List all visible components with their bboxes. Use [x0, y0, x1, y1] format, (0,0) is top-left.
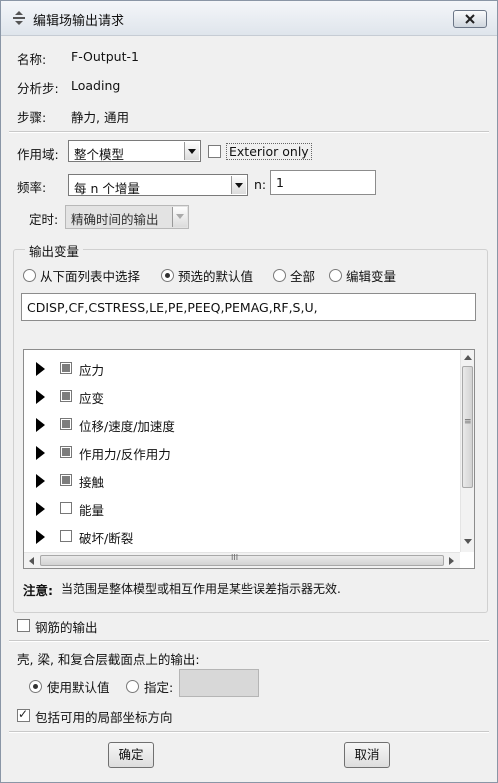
horizontal-scroll-thumb[interactable]: III: [40, 553, 444, 566]
list-item-label: 作用力/反作用力: [79, 447, 171, 462]
list-item-label: 破坏/断裂: [79, 531, 134, 546]
procedure-value: 静力, 通用: [71, 110, 129, 125]
separator: [9, 131, 489, 133]
list-item[interactable]: 应力: [24, 358, 454, 380]
expand-arrow-icon[interactable]: [36, 418, 45, 432]
n-label: n:: [254, 177, 267, 192]
dropdown-arrow-icon[interactable]: [231, 176, 246, 194]
list-item-label: 能量: [79, 503, 105, 518]
list-item-label: 接触: [79, 475, 105, 490]
dialog-window: 编辑场输出请求 名称: F-Output-1 分析步: Loading 步骤: …: [0, 0, 498, 783]
expand-arrow-icon[interactable]: [36, 502, 45, 516]
domain-label: 作用域:: [17, 147, 59, 162]
partial-checkbox-icon[interactable]: [60, 474, 72, 486]
scroll-down-arrow-icon[interactable]: [464, 539, 472, 544]
partial-checkbox-icon[interactable]: [60, 390, 72, 402]
radio-edit-variables-label[interactable]: 编辑变量: [346, 266, 396, 285]
radio-use-defaults[interactable]: [29, 680, 42, 693]
expand-arrow-icon[interactable]: [36, 474, 45, 488]
radio-select-from-list[interactable]: [23, 269, 36, 282]
list-item-label: 应力: [79, 363, 105, 378]
radio-all[interactable]: [273, 269, 286, 282]
scroll-right-arrow-icon[interactable]: [449, 557, 454, 565]
cancel-button[interactable]: 取消: [344, 742, 390, 768]
note-text: 当范围是整体模型或相互作用是某些误差指示器无效.: [61, 582, 341, 596]
partial-checkbox-icon[interactable]: [60, 362, 72, 374]
variables-text-field[interactable]: CDISP,CF,CSTRESS,LE,PE,PEEQ,PEMAG,RF,S,U…: [21, 293, 476, 321]
scroll-up-arrow-icon[interactable]: [464, 355, 472, 360]
radio-all-label[interactable]: 全部: [290, 266, 315, 285]
name-value: F-Output-1: [71, 49, 139, 64]
list-item[interactable]: 接触: [24, 470, 454, 492]
app-icon: [13, 11, 25, 25]
exterior-only-label[interactable]: Exterior only: [226, 143, 312, 160]
variables-text-value: CDISP,CF,CSTRESS,LE,PE,PEEQ,PEMAG,RF,S,U…: [27, 300, 318, 315]
partial-checkbox-icon[interactable]: [60, 446, 72, 458]
rebar-output-checkbox[interactable]: [17, 619, 30, 632]
scroll-left-arrow-icon[interactable]: [29, 557, 34, 565]
scroll-grip-icon: III: [231, 553, 239, 562]
timing-select-value: 精确时间的输出: [71, 212, 159, 227]
name-label: 名称:: [17, 52, 47, 67]
window-title: 编辑场输出请求: [33, 14, 125, 29]
expand-arrow-icon[interactable]: [36, 530, 45, 544]
variables-tree-list[interactable]: 应力 应变 位移/速度/加速度 作用力/反作用力 接触 能量 破坏/断裂 ≡ I…: [23, 349, 475, 569]
vertical-scroll-thumb[interactable]: ≡: [462, 366, 473, 488]
n-input-value: 1: [276, 175, 284, 190]
close-x-icon: [465, 14, 475, 24]
step-value: Loading: [71, 78, 121, 93]
radio-specify-label[interactable]: 指定:: [144, 677, 173, 696]
separator: [9, 640, 489, 642]
horizontal-scrollbar[interactable]: III: [24, 552, 460, 568]
frequency-select-value: 每 n 个增量: [74, 181, 140, 196]
rebar-output-label[interactable]: 钢筋的输出: [35, 617, 98, 636]
frequency-label: 频率:: [17, 180, 47, 195]
dropdown-arrow-icon: [172, 207, 187, 227]
specify-input: [179, 669, 259, 697]
expand-arrow-icon[interactable]: [36, 390, 45, 404]
n-input[interactable]: 1: [270, 170, 376, 195]
dropdown-arrow-icon[interactable]: [184, 142, 199, 160]
timing-select: 精确时间的输出: [65, 205, 189, 229]
list-item[interactable]: 作用力/反作用力: [24, 442, 454, 464]
ok-button[interactable]: 确定: [108, 742, 154, 768]
vertical-scrollbar[interactable]: ≡: [460, 350, 474, 552]
domain-select-value: 整个模型: [74, 147, 125, 162]
close-button[interactable]: [453, 10, 487, 28]
title-bar[interactable]: 编辑场输出请求: [1, 1, 497, 36]
radio-use-defaults-label[interactable]: 使用默认值: [47, 677, 110, 696]
list-item[interactable]: 能量: [24, 498, 454, 520]
list-item-label: 应变: [79, 391, 105, 406]
radio-preselected-defaults[interactable]: [161, 269, 174, 282]
expand-arrow-icon[interactable]: [36, 362, 45, 376]
radio-edit-variables[interactable]: [329, 269, 342, 282]
radio-select-from-list-label[interactable]: 从下面列表中选择: [40, 266, 140, 285]
radio-specify[interactable]: [126, 680, 139, 693]
list-item[interactable]: 位移/速度/加速度: [24, 414, 454, 436]
domain-select[interactable]: 整个模型: [68, 140, 201, 162]
list-item-label: 位移/速度/加速度: [79, 419, 175, 434]
exterior-only-checkbox[interactable]: [208, 145, 221, 158]
radio-preselected-defaults-label[interactable]: 预选的默认值: [178, 266, 253, 285]
expand-arrow-icon[interactable]: [36, 446, 45, 460]
checkbox-icon[interactable]: [60, 502, 72, 514]
output-variables-title: 输出变量: [25, 241, 84, 260]
timing-label: 定时:: [29, 212, 59, 227]
list-item[interactable]: 应变: [24, 386, 454, 408]
separator: [9, 731, 489, 733]
local-coords-checkbox[interactable]: [17, 707, 30, 722]
section-points-label: 壳, 梁, 和复合层截面点上的输出:: [17, 652, 200, 667]
scroll-grip-icon: ≡: [464, 417, 472, 427]
list-item[interactable]: 破坏/断裂: [24, 526, 454, 548]
note-label: 注意:: [23, 583, 53, 598]
step-label: 分析步:: [17, 81, 59, 96]
partial-checkbox-icon[interactable]: [60, 418, 72, 430]
procedure-label: 步骤:: [17, 110, 47, 125]
checkbox-icon[interactable]: [60, 530, 72, 542]
local-coords-label[interactable]: 包括可用的局部坐标方向: [35, 707, 173, 726]
frequency-select[interactable]: 每 n 个增量: [68, 174, 248, 196]
